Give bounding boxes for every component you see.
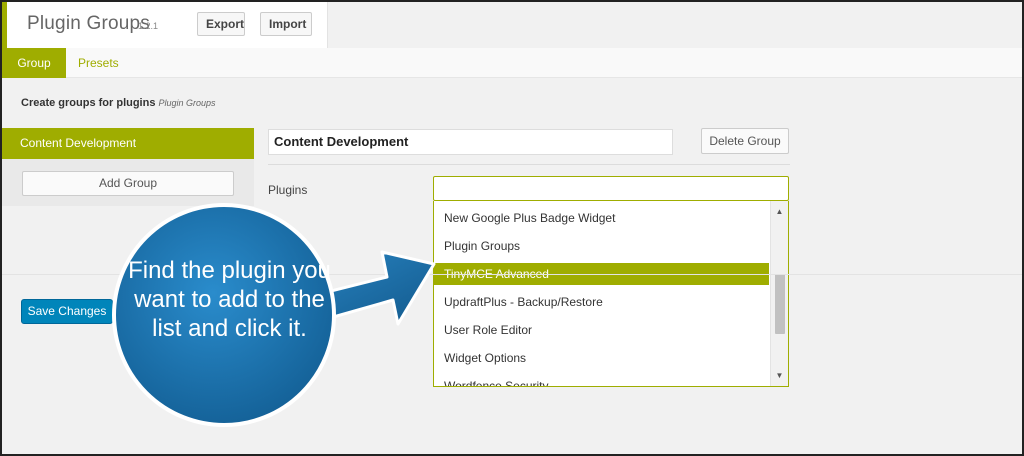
app-header: Plugin Groups 1.2.1 Export Import: [2, 2, 1022, 48]
group-name-input[interactable]: Content Development: [268, 129, 673, 155]
subtitle-text: Create groups for plugins: [21, 97, 156, 109]
page-subtitle: Create groups for plugins Plugin Groups: [21, 97, 216, 109]
export-button[interactable]: Export: [197, 12, 245, 36]
plugins-dropdown: New Google Plus Badge Widget Plugin Grou…: [433, 201, 789, 387]
plugins-search-input[interactable]: [433, 176, 789, 201]
import-button[interactable]: Import: [260, 12, 312, 36]
tabs-bar: Group Presets: [2, 48, 1022, 78]
subtitle-note: Plugin Groups: [158, 98, 216, 108]
dropdown-option[interactable]: Plugin Groups: [434, 235, 769, 257]
sidebar-item-content-development[interactable]: Content Development: [2, 128, 254, 159]
dropdown-scrollbar[interactable]: ▲ ▼: [770, 201, 788, 386]
dropdown-option[interactable]: New Google Plus Badge Widget: [434, 207, 769, 229]
triangle-up-icon[interactable]: ▲: [774, 207, 785, 217]
app-version: 1.2.1: [138, 21, 159, 31]
tab-group[interactable]: Group: [2, 48, 66, 78]
add-group-button[interactable]: Add Group: [22, 171, 234, 196]
dropdown-option[interactable]: Wordfence Security: [434, 375, 769, 386]
scroll-thumb[interactable]: [775, 274, 785, 334]
triangle-down-icon[interactable]: ▼: [774, 371, 785, 381]
tab-presets[interactable]: Presets: [78, 48, 119, 78]
app-title: Plugin Groups: [27, 13, 151, 34]
callout-text: Find the plugin you want to add to the l…: [128, 257, 331, 342]
header-title-area: Plugin Groups 1.2.1 Export Import: [2, 2, 328, 48]
screenshot-frame: Plugin Groups 1.2.1 Export Import Group …: [0, 0, 1024, 456]
divider: [268, 164, 790, 165]
group-sidebar: Content Development Add Group: [2, 128, 254, 206]
save-changes-button[interactable]: Save Changes: [21, 299, 113, 324]
dropdown-option[interactable]: UpdraftPlus - Backup/Restore: [434, 291, 769, 313]
delete-group-button[interactable]: Delete Group: [701, 128, 789, 154]
plugins-label: Plugins: [268, 183, 308, 197]
dropdown-option[interactable]: Widget Options: [434, 347, 769, 369]
dropdown-option[interactable]: User Role Editor: [434, 319, 769, 341]
